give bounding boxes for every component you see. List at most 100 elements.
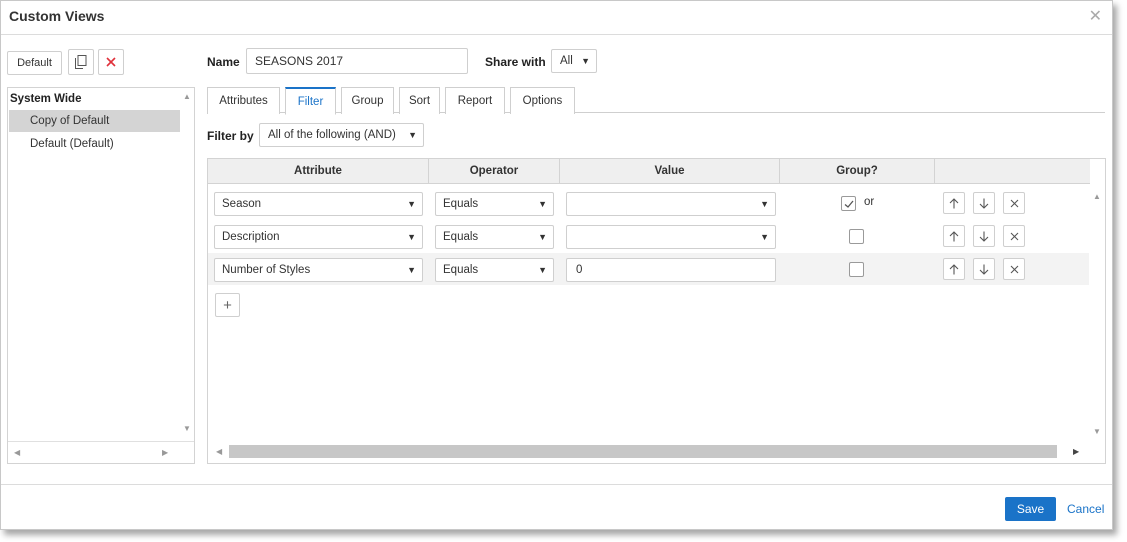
- arrow-down-icon: [979, 231, 989, 242]
- list-horizontal-scrollbar[interactable]: ◀ ▶: [8, 441, 194, 463]
- list-group-header: System Wide: [10, 93, 82, 105]
- move-down-button[interactable]: [973, 225, 995, 247]
- arrow-up-icon: [949, 197, 959, 208]
- attribute-select[interactable]: Description ▼: [214, 225, 423, 249]
- delete-view-button[interactable]: [98, 49, 124, 75]
- group-checkbox[interactable]: [849, 229, 864, 244]
- table-row: Season ▼ Equals ▼ ▼ or: [208, 187, 1090, 219]
- move-up-button[interactable]: [943, 192, 965, 214]
- value-select[interactable]: ▼: [566, 225, 776, 249]
- remove-row-button[interactable]: [1003, 258, 1025, 280]
- arrow-down-icon: [979, 264, 989, 275]
- copy-icon: [75, 55, 87, 69]
- scrollbar-thumb[interactable]: [229, 445, 1057, 458]
- name-input[interactable]: SEASONS 2017: [246, 48, 468, 74]
- scroll-left-icon[interactable]: ◀: [14, 448, 20, 457]
- name-input-value: SEASONS 2017: [255, 54, 344, 68]
- add-row-button[interactable]: +: [215, 293, 240, 317]
- grid-vertical-scrollbar[interactable]: ▲ ▼: [1089, 184, 1105, 439]
- attribute-value: Number of Styles: [222, 264, 311, 276]
- name-label: Name: [207, 55, 240, 69]
- caret-down-icon: ▼: [760, 232, 769, 242]
- move-up-button[interactable]: [943, 225, 965, 247]
- remove-row-button[interactable]: [1003, 225, 1025, 247]
- share-with-value: All: [560, 55, 573, 67]
- scroll-up-icon[interactable]: ▲: [1093, 192, 1101, 201]
- tab-attributes[interactable]: Attributes: [207, 87, 280, 114]
- scroll-left-icon[interactable]: ◀: [216, 447, 222, 456]
- save-button[interactable]: Save: [1005, 497, 1056, 521]
- views-list: System Wide Copy of Default Default (Def…: [7, 87, 195, 464]
- attribute-select[interactable]: Number of Styles ▼: [214, 258, 423, 282]
- caret-down-icon: ▼: [407, 265, 416, 275]
- tab-label: Sort: [408, 95, 431, 107]
- tab-label: Group: [351, 95, 384, 107]
- remove-icon: [1010, 265, 1018, 273]
- tab-group[interactable]: Group: [341, 87, 394, 114]
- copy-button[interactable]: [68, 49, 94, 75]
- value-input-value: 0: [576, 264, 583, 276]
- filter-by-label: Filter by: [207, 129, 254, 143]
- column-header-attribute: Attribute: [208, 159, 429, 184]
- table-row: Description ▼ Equals ▼ ▼: [208, 220, 1090, 252]
- group-checkbox[interactable]: [841, 196, 856, 211]
- tab-label: Filter: [297, 95, 324, 108]
- share-with-label: Share with: [485, 55, 546, 69]
- delete-icon: [106, 57, 116, 67]
- move-up-button[interactable]: [943, 258, 965, 280]
- move-down-button[interactable]: [973, 192, 995, 214]
- scroll-right-icon[interactable]: ▶: [162, 448, 168, 457]
- caret-down-icon: ▼: [581, 56, 590, 66]
- tab-label: Options: [522, 95, 563, 107]
- tab-sort[interactable]: Sort: [399, 87, 440, 114]
- caret-down-icon: ▼: [407, 199, 416, 209]
- grid-header: Attribute Operator Value Group?: [208, 159, 1090, 184]
- scroll-down-icon[interactable]: ▼: [1093, 427, 1101, 436]
- tab-label: Attributes: [219, 95, 268, 107]
- share-with-select[interactable]: All ▼: [551, 49, 597, 73]
- attribute-select[interactable]: Season ▼: [214, 192, 423, 216]
- list-item-label: Copy of Default: [30, 115, 110, 127]
- group-or-label: or: [864, 196, 875, 208]
- operator-select[interactable]: Equals ▼: [435, 258, 554, 282]
- default-button[interactable]: Default: [7, 51, 62, 75]
- caret-down-icon: ▼: [538, 232, 547, 242]
- operator-select[interactable]: Equals ▼: [435, 225, 554, 249]
- operator-value: Equals: [443, 231, 479, 243]
- title-bar: Custom Views ✕: [1, 1, 1112, 35]
- operator-select[interactable]: Equals ▼: [435, 192, 554, 216]
- scroll-up-icon[interactable]: ▲: [183, 92, 191, 101]
- value-input[interactable]: 0: [566, 258, 776, 282]
- tab-label: Report: [457, 95, 493, 107]
- caret-down-icon: ▼: [760, 199, 769, 209]
- default-button-label: Default: [17, 57, 52, 69]
- grid-horizontal-scrollbar[interactable]: ◀ ▶: [208, 441, 1090, 463]
- scroll-down-icon[interactable]: ▼: [183, 424, 191, 433]
- tab-bar: Attributes Filter Group Sort Report Opti…: [207, 85, 1105, 115]
- scroll-right-icon[interactable]: ▶: [1073, 447, 1079, 456]
- list-item-label: Default (Default): [30, 138, 114, 150]
- save-button-label: Save: [1016, 502, 1045, 516]
- caret-down-icon: ▼: [538, 199, 547, 209]
- table-row: Number of Styles ▼ Equals ▼ 0: [208, 253, 1090, 285]
- tab-filter[interactable]: Filter: [285, 87, 336, 115]
- list-vertical-scrollbar[interactable]: ▲ ▼: [180, 88, 194, 441]
- remove-icon: [1010, 199, 1018, 207]
- cancel-link[interactable]: Cancel: [1067, 502, 1104, 516]
- group-checkbox[interactable]: [849, 262, 864, 277]
- list-item-default[interactable]: Default (Default): [9, 133, 182, 155]
- column-header-actions: [935, 159, 1090, 184]
- operator-value: Equals: [443, 198, 479, 210]
- filter-by-value: All of the following (AND): [268, 129, 396, 141]
- remove-row-button[interactable]: [1003, 192, 1025, 214]
- close-icon[interactable]: ✕: [1089, 6, 1102, 26]
- filter-by-select[interactable]: All of the following (AND) ▼: [259, 123, 424, 147]
- value-select[interactable]: ▼: [566, 192, 776, 216]
- move-down-button[interactable]: [973, 258, 995, 280]
- list-item-copy-of-default[interactable]: Copy of Default: [9, 110, 182, 132]
- tab-options[interactable]: Options: [510, 87, 575, 114]
- operator-value: Equals: [443, 264, 479, 276]
- tab-report[interactable]: Report: [445, 87, 505, 114]
- caret-down-icon: ▼: [408, 130, 417, 140]
- arrow-down-icon: [979, 198, 989, 209]
